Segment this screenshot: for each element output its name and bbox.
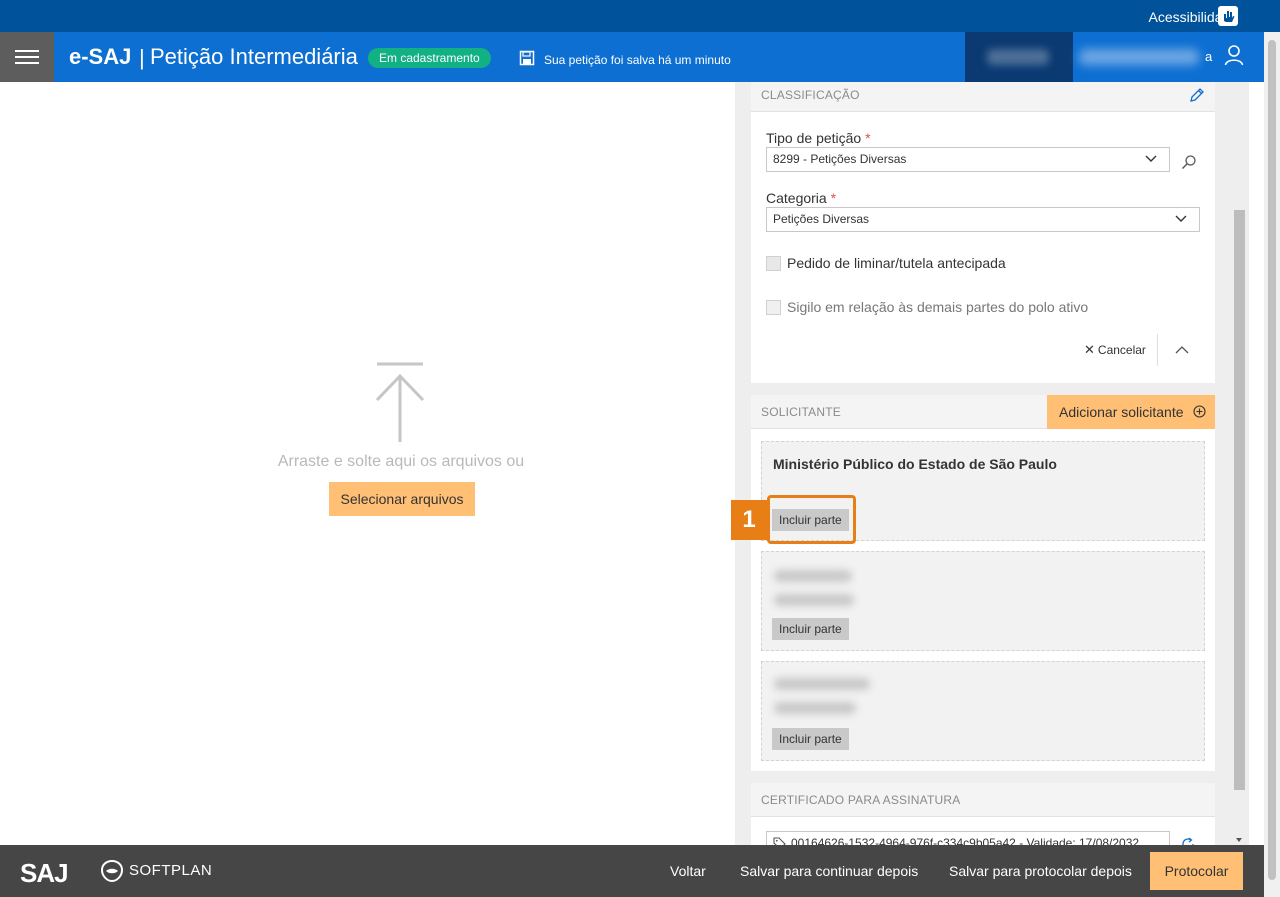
party-name-redacted xyxy=(774,570,852,582)
solicitante-header: SOLICITANTE Adicionar solicitante xyxy=(751,395,1215,429)
tipo-peticao-value: 8299 - Petições Diversas xyxy=(773,152,907,166)
user-office-redacted xyxy=(965,32,1073,82)
chevron-up-icon[interactable] xyxy=(1175,345,1189,354)
status-badge: Em cadastramento xyxy=(368,48,491,68)
protocolar-button[interactable]: Protocolar xyxy=(1150,852,1243,890)
party-document-redacted xyxy=(774,702,856,714)
dropzone-hint: Arraste e solte aqui os arquivos ou xyxy=(277,453,525,470)
add-solicitante-button[interactable]: Adicionar solicitante xyxy=(1047,395,1215,429)
party-name-redacted xyxy=(774,678,870,690)
cancel-button[interactable]: ✕ Cancelar xyxy=(1084,342,1146,358)
accessibility-link[interactable]: Acessibilidade xyxy=(1020,0,1280,32)
cancel-label: Cancelar xyxy=(1097,343,1146,357)
certificado-select[interactable]: 00164626-1532-4964-976f-c334c9b05a42 - V… xyxy=(766,831,1170,845)
step-highlight-frame xyxy=(767,495,856,544)
title-separator: | xyxy=(139,45,145,70)
accessibility-bar: Acessibilidade xyxy=(0,0,1280,32)
sigilo-label: Sigilo em relação às demais partes do po… xyxy=(787,299,1089,315)
certificado-header: CERTIFICADO PARA ASSINATURA xyxy=(751,783,1215,817)
tipo-peticao-label: Tipo de petição * xyxy=(766,130,871,146)
divider xyxy=(1157,334,1158,366)
hamburger-menu-icon[interactable] xyxy=(0,32,54,82)
panel-scrollbar-thumb[interactable] xyxy=(1234,210,1245,790)
required-mark: * xyxy=(830,190,837,206)
brand-logo[interactable]: e-SAJ xyxy=(69,44,131,70)
party-name: Ministério Público do Estado de São Paul… xyxy=(773,456,1057,472)
close-icon: ✕ xyxy=(1084,342,1095,357)
chevron-down-icon xyxy=(1145,155,1157,162)
party-card: Incluir parte xyxy=(761,661,1205,761)
certificado-title: CERTIFICADO PARA ASSINATURA xyxy=(761,793,961,807)
incluir-parte-button[interactable]: Incluir parte xyxy=(772,728,849,750)
certificado-value: 00164626-1532-4964-976f-c334c9b05a42 - V… xyxy=(791,836,1140,845)
scroll-down-icon[interactable] xyxy=(1236,838,1242,842)
user-icon[interactable] xyxy=(1224,44,1244,66)
chevron-down-icon xyxy=(1175,215,1187,222)
categoria-value: Petições Diversas xyxy=(773,212,870,226)
panel-scrollbar[interactable] xyxy=(1229,82,1249,845)
liminar-label: Pedido de liminar/tutela antecipada xyxy=(787,255,1006,271)
categoria-label-text: Categoria xyxy=(766,190,827,206)
page-title: Petição Intermediária xyxy=(150,44,358,69)
tag-icon xyxy=(773,837,786,845)
upload-arrow-icon xyxy=(375,362,425,442)
party-card: Incluir parte xyxy=(761,551,1205,651)
tipo-peticao-select[interactable]: 8299 - Petições Diversas xyxy=(766,147,1170,172)
pencil-icon[interactable] xyxy=(1189,87,1205,103)
tipo-peticao-label-text: Tipo de petição xyxy=(766,130,862,146)
accessibility-hand-icon[interactable] xyxy=(1218,6,1238,26)
user-name-redacted xyxy=(1079,49,1199,65)
solicitante-card: SOLICITANTE Adicionar solicitante Minist… xyxy=(751,395,1215,771)
incluir-parte-button[interactable]: Incluir parte xyxy=(772,618,849,640)
solicitante-title: SOLICITANTE xyxy=(761,405,841,419)
window-scrollbar[interactable] xyxy=(1264,32,1280,897)
checkbox-box[interactable] xyxy=(766,256,781,271)
user-menu[interactable]: a xyxy=(965,32,1264,82)
salvar-protocolar-button[interactable]: Salvar para protocolar depois xyxy=(949,863,1132,879)
add-solicitante-label: Adicionar solicitante xyxy=(1059,404,1184,420)
right-panel: CLASSIFICAÇÃO Tipo de petição * 8299 - P… xyxy=(735,82,1229,845)
file-dropzone[interactable]: Arraste e solte aqui os arquivos ou Sele… xyxy=(0,82,735,845)
window-scrollbar-thumb[interactable] xyxy=(1268,40,1276,880)
app-footer: SAJ SOFTPLAN Voltar Salvar para continua… xyxy=(0,845,1264,897)
saj-logo: SAJ xyxy=(20,858,69,888)
search-icon[interactable] xyxy=(1181,154,1197,170)
softplan-logo-text: SOFTPLAN xyxy=(129,862,213,879)
checkbox-box xyxy=(766,300,781,315)
party-document-redacted xyxy=(774,594,854,606)
classificacao-card: CLASSIFICAÇÃO Tipo de petição * 8299 - P… xyxy=(751,82,1215,383)
select-files-button[interactable]: Selecionar arquivos xyxy=(329,482,475,516)
classificacao-title: CLASSIFICAÇÃO xyxy=(761,88,860,102)
floppy-disk-icon xyxy=(519,50,535,66)
save-status-text: Sua petição foi salva há um minuto xyxy=(544,53,731,67)
categoria-select[interactable]: Petições Diversas xyxy=(766,207,1200,232)
refresh-icon[interactable] xyxy=(1180,836,1196,845)
user-name-suffix: a xyxy=(1205,49,1213,64)
salvar-continuar-button[interactable]: Salvar para continuar depois xyxy=(740,863,918,879)
certificado-card: CERTIFICADO PARA ASSINATURA 00164626-153… xyxy=(751,783,1215,845)
app-header: e-SAJ | Petição Intermediária Em cadastr… xyxy=(0,32,1264,82)
plus-circle-icon xyxy=(1193,405,1206,418)
classificacao-header: CLASSIFICAÇÃO xyxy=(751,82,1215,112)
categoria-label: Categoria * xyxy=(766,190,836,206)
step-number-badge: 1 xyxy=(731,500,767,540)
softplan-logo-icon xyxy=(100,859,124,883)
required-mark: * xyxy=(865,130,871,146)
voltar-button[interactable]: Voltar xyxy=(670,863,706,879)
